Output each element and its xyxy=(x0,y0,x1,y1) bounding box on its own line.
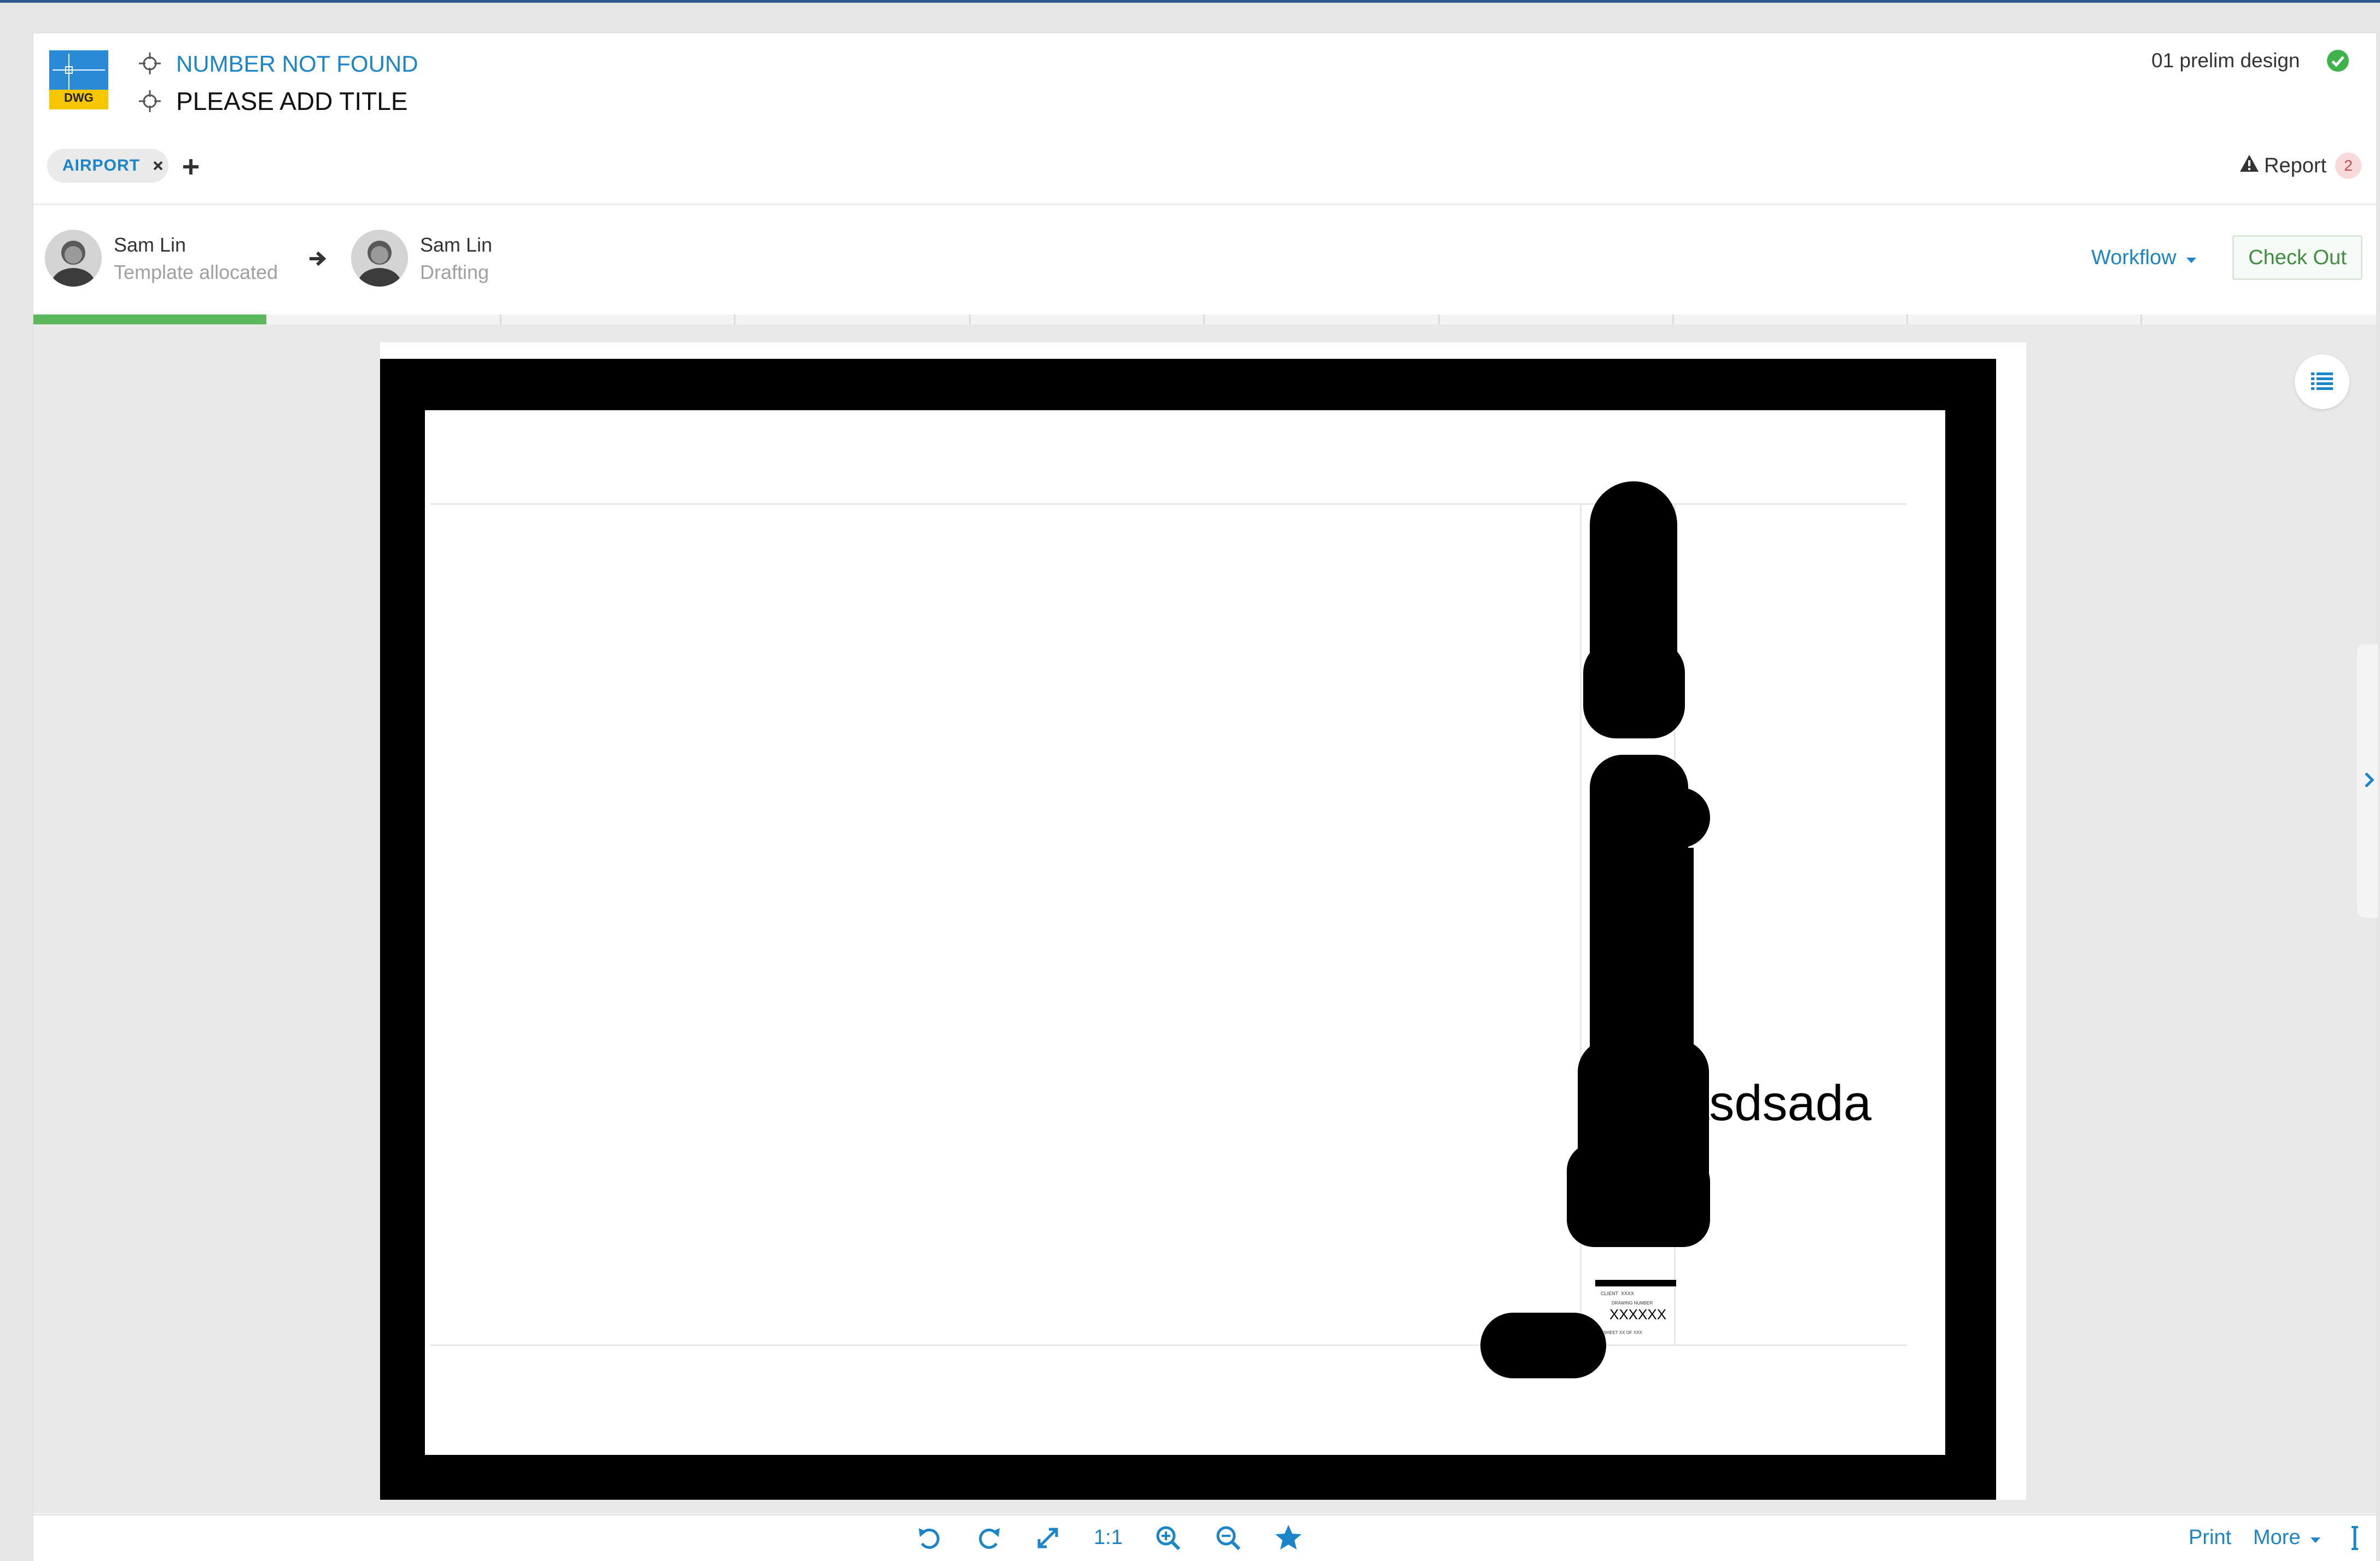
print-button[interactable]: Print xyxy=(2189,1526,2231,1550)
redaction-mark xyxy=(1650,788,1710,848)
tag-remove-icon[interactable] xyxy=(152,160,164,172)
progress-segment xyxy=(266,314,501,324)
fit-screen-icon[interactable] xyxy=(1032,1523,1063,1553)
progress-segment xyxy=(1908,314,2142,324)
more-label: More xyxy=(2253,1526,2301,1549)
warning-icon[interactable] xyxy=(2239,153,2260,174)
progress-segment xyxy=(971,314,1205,324)
window-top-strip xyxy=(0,0,2380,3)
title-block-drawing-number: XXXXXX xyxy=(1609,1306,1667,1323)
title-block-client: CLIENT XXXX xyxy=(1601,1291,1635,1296)
title-block-drawing-number-label: DRAWING NUMBER xyxy=(1612,1301,1653,1306)
caret-down-icon xyxy=(2185,246,2197,263)
caret-down-icon xyxy=(2309,1526,2321,1543)
check-circle-icon xyxy=(2326,49,2349,72)
workflow-dropdown[interactable]: Workflow xyxy=(2091,246,2197,270)
redaction-mark xyxy=(1639,1154,1710,1247)
tag-label: AIRPORT xyxy=(62,156,140,174)
to-user-status: Drafting xyxy=(420,261,489,283)
from-user-name: Sam Lin xyxy=(114,234,186,256)
check-out-button[interactable]: Check Out xyxy=(2232,235,2362,280)
rotate-left-icon[interactable] xyxy=(914,1523,945,1553)
star-icon[interactable] xyxy=(1273,1523,1304,1553)
title-block-sheet: SHEET XX OF XXX xyxy=(1603,1330,1642,1335)
drawing-canvas: sdasdsada CLIENT XXXX DRAWING NUMBER XXX… xyxy=(425,410,1945,1455)
more-dropdown[interactable]: More xyxy=(2253,1526,2321,1550)
move-title-icon[interactable] xyxy=(138,89,162,113)
avatar-to xyxy=(351,230,408,287)
progress-segment xyxy=(1205,314,1440,324)
from-user-status: Template allocated xyxy=(114,261,278,283)
zoom-out-icon[interactable] xyxy=(1213,1523,1244,1553)
status-text: 01 prelim design xyxy=(2151,49,2300,72)
progress-segment xyxy=(1440,314,1674,324)
list-view-button[interactable] xyxy=(2295,354,2349,409)
rotate-right-icon[interactable] xyxy=(973,1523,1004,1553)
doc-number[interactable]: NUMBER NOT FOUND xyxy=(176,53,418,75)
side-panel-handle[interactable] xyxy=(2357,644,2378,918)
zoom-in-icon[interactable] xyxy=(1153,1523,1183,1553)
redaction-mark xyxy=(1590,547,1677,711)
report-button[interactable]: Report xyxy=(2264,154,2326,178)
progress-segment xyxy=(1674,314,1908,324)
dwg-file-icon: DWG xyxy=(49,50,108,109)
move-number-icon[interactable] xyxy=(138,51,162,75)
arrow-right-icon xyxy=(308,249,326,268)
drawing-line-top xyxy=(430,503,1907,505)
doc-title[interactable]: PLEASE ADD TITLE xyxy=(176,89,408,114)
tag-airport: AIRPORT xyxy=(47,149,168,183)
title-block-rule xyxy=(1595,1280,1676,1286)
progress-segment xyxy=(501,314,736,324)
drawing-line-bottom xyxy=(430,1344,1907,1346)
more-vertical-icon[interactable] xyxy=(2350,1525,2359,1551)
header-divider xyxy=(33,203,2376,205)
redaction-mark xyxy=(1480,1313,1606,1378)
report-count-badge: 2 xyxy=(2335,153,2361,179)
chevron-right-icon xyxy=(2364,771,2375,791)
file-type-badge: DWG xyxy=(64,91,94,104)
avatar-from xyxy=(45,230,102,287)
progress-segment xyxy=(736,314,971,324)
plus-icon[interactable] xyxy=(182,158,200,176)
list-icon xyxy=(2311,371,2333,393)
viewer-toolbar xyxy=(33,1514,2376,1561)
progress-segment xyxy=(2142,314,2376,324)
to-user-name: Sam Lin xyxy=(420,234,493,256)
progress-segment-complete xyxy=(33,314,266,324)
actual-size-button[interactable]: 1:1 xyxy=(1094,1526,1123,1550)
workflow-label: Workflow xyxy=(2091,246,2177,269)
